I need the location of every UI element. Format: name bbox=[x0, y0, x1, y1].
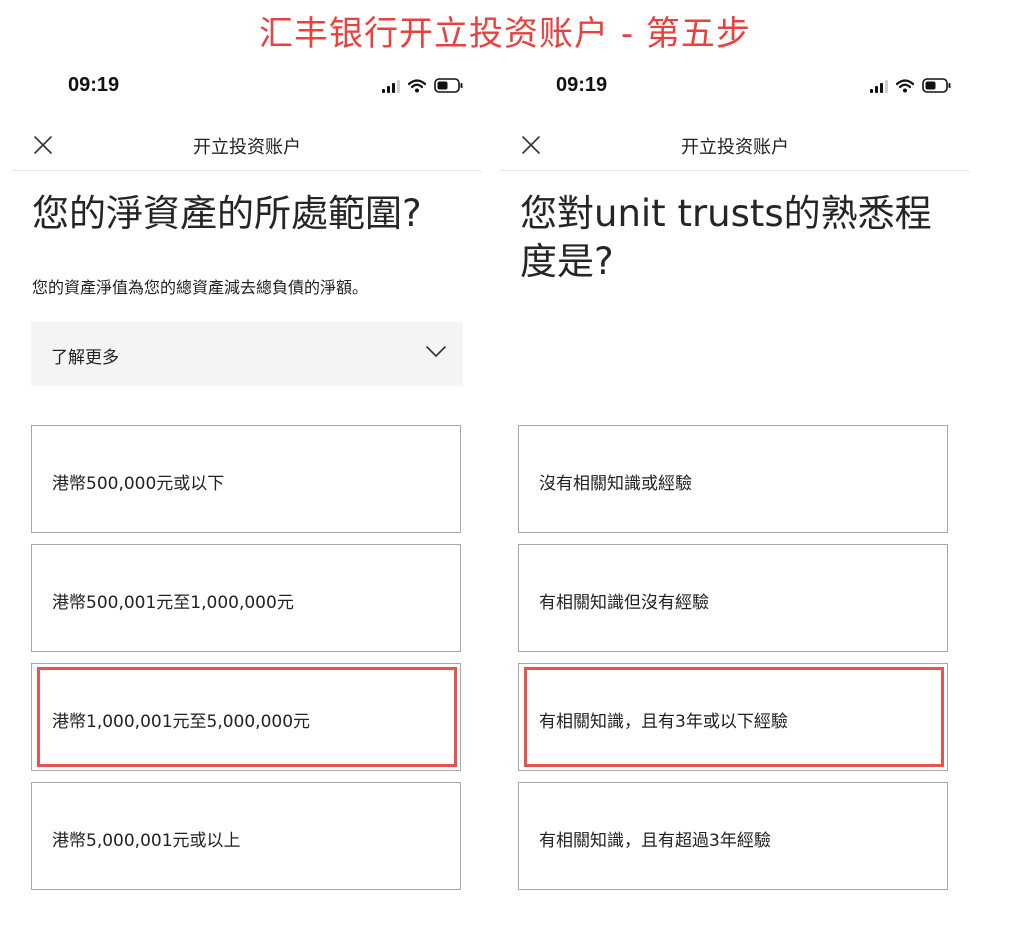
option-label: 沒有相關知識或經驗 bbox=[539, 474, 692, 494]
option-hkd-500000-or-below[interactable]: 港幣500,000元或以下 bbox=[31, 425, 461, 533]
wifi-icon bbox=[408, 79, 426, 93]
option-label: 港幣5,000,001元或以上 bbox=[52, 831, 241, 851]
question-heading: 您對unit trusts的熟悉程度是? bbox=[520, 192, 932, 284]
nav-title: 开立投资账户 bbox=[681, 137, 789, 158]
option-label: 有相關知識，且有超過3年經驗 bbox=[539, 831, 771, 851]
option-hkd-5000001-or-above[interactable]: 港幣5,000,001元或以上 bbox=[31, 782, 461, 890]
learn-more-label: 了解更多 bbox=[51, 348, 119, 368]
battery-icon bbox=[922, 78, 952, 93]
option-knowledge-3-years-or-less[interactable]: 有相關知識，且有3年或以下經驗 bbox=[518, 663, 948, 771]
status-bar: 09:19 bbox=[12, 72, 482, 102]
answer-options: 沒有相關知識或經驗 有相關知識但沒有經驗 有相關知識，且有3年或以下經驗 有相關… bbox=[518, 425, 950, 901]
answer-options: 港幣500,000元或以下 港幣500,001元至1,000,000元 港幣1,… bbox=[31, 425, 463, 901]
option-label: 有相關知識，且有3年或以下經驗 bbox=[539, 712, 788, 732]
option-label: 有相關知識但沒有經驗 bbox=[539, 593, 709, 613]
status-bar: 09:19 bbox=[500, 72, 970, 102]
option-no-knowledge-or-experience[interactable]: 沒有相關知識或經驗 bbox=[518, 425, 948, 533]
screen-net-assets: 09:19 开立投资账户 您的淨資產的所處範圍? 您的資產淨值為您的總資產減去總… bbox=[12, 62, 502, 922]
question-description: 您的資產淨值為您的總資產減去總負債的淨額。 bbox=[32, 278, 369, 297]
cellular-signal-icon bbox=[382, 79, 400, 93]
learn-more-expander[interactable]: 了解更多 bbox=[31, 322, 463, 386]
question-heading: 您的淨資產的所處範圍? bbox=[32, 192, 422, 235]
nav-title: 开立投资账户 bbox=[193, 137, 301, 158]
option-hkd-1000001-to-5000000[interactable]: 港幣1,000,001元至5,000,000元 bbox=[31, 663, 461, 771]
option-label: 港幣500,000元或以下 bbox=[52, 474, 225, 494]
battery-icon bbox=[434, 78, 464, 93]
status-time: 09:19 bbox=[68, 74, 120, 96]
page-banner-title: 汇丰银行开立投资账户 - 第五步 bbox=[259, 14, 751, 54]
nav-bar: 开立投资账户 bbox=[12, 124, 482, 171]
cellular-signal-icon bbox=[870, 79, 888, 93]
option-knowledge-over-3-years[interactable]: 有相關知識，且有超過3年經驗 bbox=[518, 782, 948, 890]
option-hkd-500001-to-1000000[interactable]: 港幣500,001元至1,000,000元 bbox=[31, 544, 461, 652]
nav-bar: 开立投资账户 bbox=[500, 124, 970, 171]
wifi-icon bbox=[896, 79, 914, 93]
option-knowledge-no-experience[interactable]: 有相關知識但沒有經驗 bbox=[518, 544, 948, 652]
option-label: 港幣1,000,001元至5,000,000元 bbox=[52, 712, 311, 732]
chevron-down-icon bbox=[425, 344, 447, 358]
status-time: 09:19 bbox=[556, 74, 608, 96]
option-label: 港幣500,001元至1,000,000元 bbox=[52, 593, 294, 613]
screen-unit-trusts-familiarity: 09:19 开立投资账户 您對unit trusts的熟悉程度是? 沒有相關知識… bbox=[500, 62, 990, 922]
